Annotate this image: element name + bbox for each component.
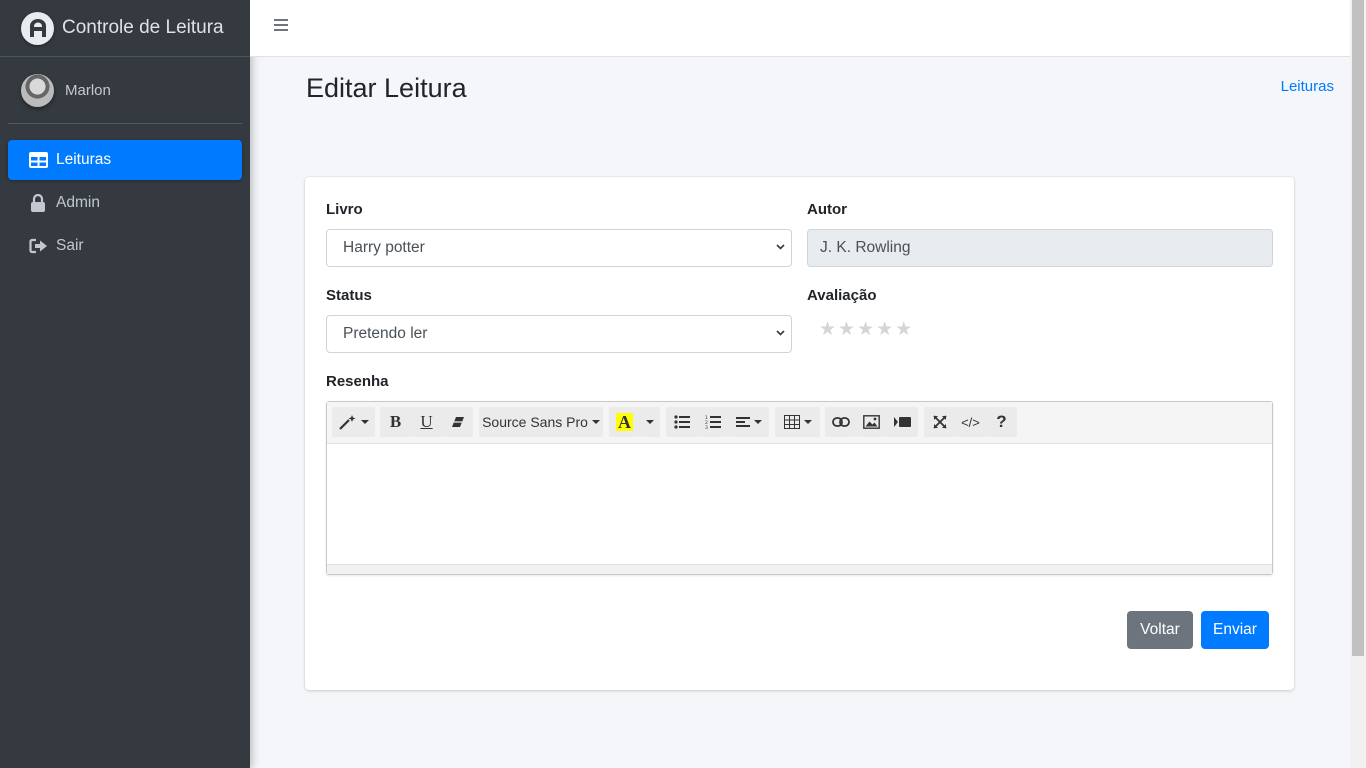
autor-value: J. K. Rowling <box>820 239 911 256</box>
resenha-editor: B U Source Sans Pro A 123 </> ? <box>326 401 1273 575</box>
style-button[interactable] <box>332 407 375 437</box>
video-icon <box>894 417 911 427</box>
livro-select[interactable]: Harry potter <box>326 229 792 267</box>
avaliacao-label: Avaliação <box>807 287 877 304</box>
editor-resize-bar[interactable] <box>327 564 1272 574</box>
resenha-edit-area[interactable] <box>327 444 1272 564</box>
link-icon <box>831 417 850 427</box>
highlight-color-button[interactable]: A <box>609 407 640 437</box>
autor-field: J. K. Rowling <box>807 229 1273 267</box>
sidebar-item-label: Leituras <box>56 151 112 168</box>
sidebar-item-leituras[interactable]: Leituras <box>8 140 242 180</box>
lock-icon <box>28 193 48 213</box>
sidebar-item-admin[interactable]: Admin <box>8 183 242 223</box>
fullscreen-button[interactable] <box>924 407 955 437</box>
status-label: Status <box>326 287 372 304</box>
resenha-label: Resenha <box>326 373 389 390</box>
edit-form-card: Livro Harry potter Autor J. K. Rowling S… <box>305 177 1294 690</box>
star-icon[interactable]: ★ <box>876 320 893 340</box>
page-scrollbar[interactable] <box>1350 0 1366 768</box>
picture-icon <box>863 415 880 429</box>
sign-out-icon <box>28 236 48 256</box>
scrollbar-thumb[interactable] <box>1352 0 1364 656</box>
autor-label: Autor <box>807 201 847 218</box>
align-left-icon <box>735 417 750 427</box>
table-icon <box>28 150 48 170</box>
sidebar-item-sair[interactable]: Sair <box>8 226 242 266</box>
table-grid-icon <box>783 415 800 429</box>
paragraph-align-button[interactable] <box>728 407 769 437</box>
list-ul-icon <box>673 415 690 429</box>
sidebar-nav: Leituras Admin Sair <box>0 140 250 266</box>
submit-button[interactable]: Enviar <box>1201 611 1269 649</box>
help-icon: ? <box>996 412 1007 431</box>
back-button[interactable]: Voltar <box>1127 611 1193 649</box>
chevron-down-icon <box>776 330 785 336</box>
code-view-button[interactable]: </> <box>955 407 986 437</box>
font-family-value: Source Sans Pro <box>482 414 588 430</box>
sidebar-item-label: Sair <box>56 237 84 254</box>
livro-value: Harry potter <box>343 239 425 256</box>
table-button[interactable] <box>775 407 820 437</box>
video-button[interactable] <box>887 407 918 437</box>
font-family-dropdown[interactable]: Source Sans Pro <box>479 407 603 437</box>
chevron-down-icon <box>776 244 785 250</box>
sidebar-item-label: Admin <box>56 194 100 211</box>
text-color-icon: A <box>616 412 633 432</box>
brand-logo-icon <box>21 11 54 45</box>
picture-button[interactable] <box>856 407 887 437</box>
main-sidebar: Controle de Leitura Marlon Leituras Admi… <box>0 0 250 768</box>
svg-text:3: 3 <box>705 425 708 429</box>
status-value: Pretendo ler <box>343 325 428 342</box>
magic-wand-icon <box>338 415 355 430</box>
brand-link[interactable]: Controle de Leitura <box>0 0 250 57</box>
star-icon[interactable]: ★ <box>819 320 836 340</box>
menu-toggle-icon[interactable] <box>274 19 288 31</box>
bold-button[interactable]: B <box>380 407 411 437</box>
list-ol-icon: 123 <box>705 415 721 429</box>
user-panel[interactable]: Marlon <box>8 57 242 124</box>
star-icon[interactable]: ★ <box>857 320 874 340</box>
page-title: Editar Leitura <box>306 73 467 103</box>
status-select[interactable]: Pretendo ler <box>326 315 792 353</box>
clear-format-button[interactable] <box>442 407 473 437</box>
livro-label: Livro <box>326 201 363 218</box>
breadcrumb-leituras[interactable]: Leituras <box>1281 78 1334 95</box>
expand-icon <box>932 415 947 429</box>
star-icon[interactable]: ★ <box>838 320 855 340</box>
ordered-list-button[interactable]: 123 <box>697 407 728 437</box>
user-name: Marlon <box>65 81 111 99</box>
star-icon[interactable]: ★ <box>895 320 912 340</box>
color-dropdown-button[interactable] <box>640 407 660 437</box>
rating-stars: ★ ★ ★ ★ ★ <box>819 320 914 340</box>
brand-text: Controle de Leitura <box>62 17 224 38</box>
code-icon: </> <box>961 414 980 430</box>
link-button[interactable] <box>825 407 856 437</box>
top-navbar <box>250 0 1350 57</box>
editor-toolbar: B U Source Sans Pro A 123 </> ? <box>327 402 1272 444</box>
eraser-icon <box>451 417 464 427</box>
avatar <box>21 73 54 107</box>
underline-button[interactable]: U <box>411 407 442 437</box>
unordered-list-button[interactable] <box>666 407 697 437</box>
help-button[interactable]: ? <box>986 407 1017 437</box>
